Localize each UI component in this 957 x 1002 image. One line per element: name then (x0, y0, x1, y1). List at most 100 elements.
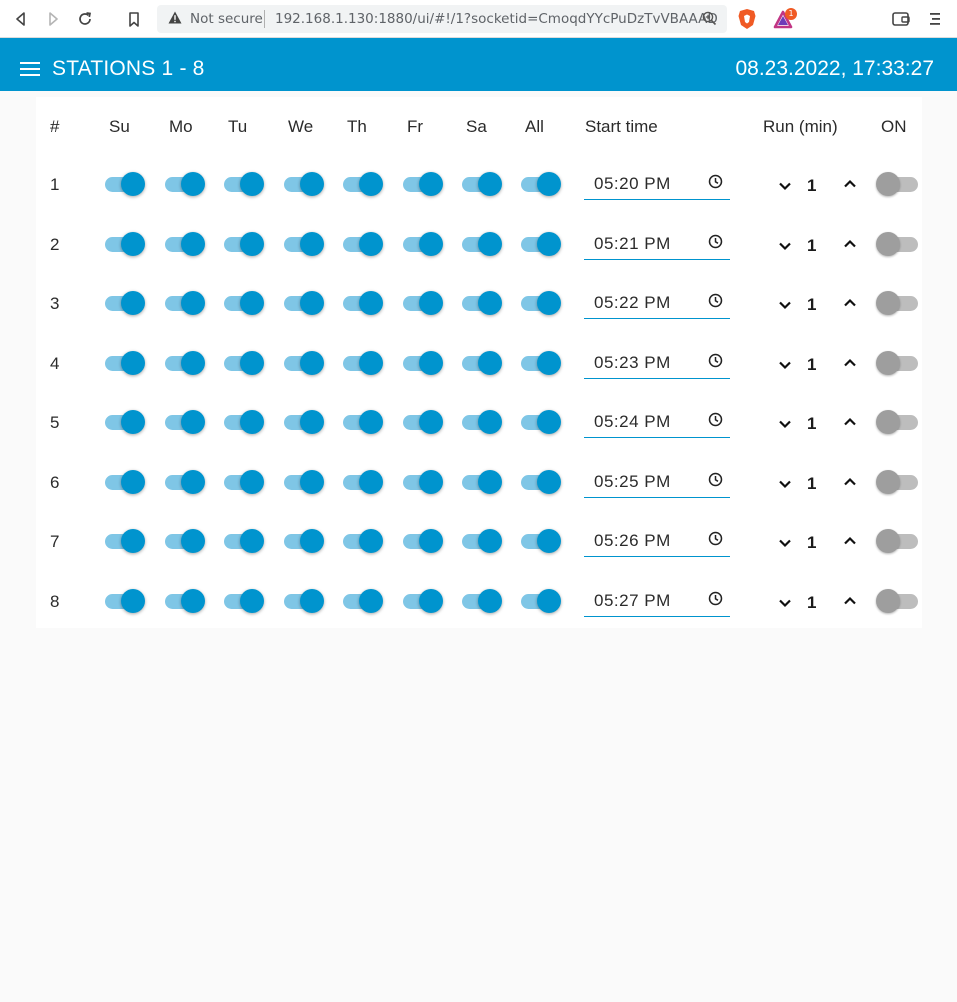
toggle-friday[interactable] (403, 588, 443, 613)
toggle-friday[interactable] (403, 469, 443, 494)
toggle-station-on[interactable] (876, 350, 918, 375)
chevron-down-icon[interactable] (777, 595, 793, 611)
back-icon[interactable] (11, 9, 31, 29)
toggle-saturday[interactable] (462, 231, 502, 256)
hamburger-icon[interactable] (20, 62, 40, 78)
chevron-down-icon[interactable] (777, 357, 793, 373)
toggle-wednesday[interactable] (284, 410, 324, 434)
toggle-station-on[interactable] (876, 529, 918, 553)
toggle-thursday[interactable] (343, 291, 383, 315)
toggle-tuesday[interactable] (224, 588, 264, 613)
toggle-thursday[interactable] (343, 172, 383, 196)
toggle-tuesday[interactable] (224, 172, 264, 196)
url-text[interactable]: 192.168.1.130:1880/ui/#!/1?socketid=Cmoq… (275, 11, 718, 27)
toggle-friday[interactable] (403, 350, 443, 375)
toggle-tuesday[interactable] (224, 350, 264, 375)
toggle-all-days[interactable] (521, 588, 561, 613)
clock-icon[interactable] (708, 472, 723, 491)
toggle-sunday[interactable] (105, 410, 145, 434)
chevron-up-icon[interactable] (842, 355, 858, 371)
chevron-down-icon[interactable] (777, 297, 793, 313)
bookmark-icon[interactable] (124, 9, 144, 29)
toggle-sunday[interactable] (105, 291, 145, 315)
toggle-saturday[interactable] (462, 529, 502, 553)
toggle-monday[interactable] (165, 172, 205, 196)
start-time-input[interactable]: 05:27 PM (584, 587, 730, 617)
chevron-up-icon[interactable] (842, 593, 858, 609)
toggle-thursday[interactable] (343, 410, 383, 434)
chevron-down-icon[interactable] (777, 178, 793, 194)
start-time-input[interactable]: 05:20 PM (584, 170, 730, 200)
toggle-wednesday[interactable] (284, 231, 324, 256)
toggle-wednesday[interactable] (284, 529, 324, 553)
chevron-down-icon[interactable] (777, 238, 793, 254)
toggle-sunday[interactable] (105, 529, 145, 553)
toggle-tuesday[interactable] (224, 410, 264, 434)
clock-icon[interactable] (708, 174, 723, 193)
toggle-saturday[interactable] (462, 350, 502, 375)
toggle-thursday[interactable] (343, 350, 383, 375)
toggle-monday[interactable] (165, 588, 205, 613)
toggle-tuesday[interactable] (224, 529, 264, 553)
clock-icon[interactable] (708, 412, 723, 431)
clock-icon[interactable] (708, 293, 723, 312)
toggle-all-days[interactable] (521, 172, 561, 196)
start-time-input[interactable]: 05:25 PM (584, 468, 730, 498)
toggle-thursday[interactable] (343, 588, 383, 613)
toggle-tuesday[interactable] (224, 231, 264, 256)
toggle-friday[interactable] (403, 172, 443, 196)
toggle-wednesday[interactable] (284, 588, 324, 613)
toggle-monday[interactable] (165, 529, 205, 553)
toggle-friday[interactable] (403, 410, 443, 434)
toggle-monday[interactable] (165, 291, 205, 315)
chevron-up-icon[interactable] (842, 295, 858, 311)
start-time-input[interactable]: 05:23 PM (584, 349, 730, 379)
toggle-monday[interactable] (165, 231, 205, 256)
clock-icon[interactable] (708, 591, 723, 610)
reload-icon[interactable] (75, 9, 95, 29)
toggle-all-days[interactable] (521, 350, 561, 375)
toggle-friday[interactable] (403, 529, 443, 553)
toggle-monday[interactable] (165, 410, 205, 434)
toggle-saturday[interactable] (462, 469, 502, 494)
chevron-down-icon[interactable] (777, 476, 793, 492)
toggle-thursday[interactable] (343, 469, 383, 494)
chevron-down-icon[interactable] (777, 416, 793, 432)
toggle-station-on[interactable] (876, 291, 918, 315)
toggle-sunday[interactable] (105, 350, 145, 375)
chevron-up-icon[interactable] (842, 176, 858, 192)
zoom-icon[interactable] (702, 11, 717, 30)
toggle-station-on[interactable] (876, 231, 918, 256)
start-time-input[interactable]: 05:26 PM (584, 527, 730, 557)
clock-icon[interactable] (708, 353, 723, 372)
start-time-input[interactable]: 05:21 PM (584, 230, 730, 260)
toggle-monday[interactable] (165, 350, 205, 375)
toggle-saturday[interactable] (462, 172, 502, 196)
toggle-station-on[interactable] (876, 172, 918, 196)
toggle-all-days[interactable] (521, 529, 561, 553)
forward-icon[interactable] (43, 9, 63, 29)
toggle-all-days[interactable] (521, 231, 561, 256)
start-time-input[interactable]: 05:22 PM (584, 289, 730, 319)
toggle-sunday[interactable] (105, 172, 145, 196)
toggle-thursday[interactable] (343, 231, 383, 256)
chevron-down-icon[interactable] (777, 535, 793, 551)
toggle-tuesday[interactable] (224, 469, 264, 494)
toggle-all-days[interactable] (521, 410, 561, 434)
toggle-station-on[interactable] (876, 588, 918, 613)
wallet-icon[interactable] (892, 11, 910, 31)
toggle-saturday[interactable] (462, 588, 502, 613)
toggle-wednesday[interactable] (284, 291, 324, 315)
clock-icon[interactable] (708, 531, 723, 550)
toggle-all-days[interactable] (521, 469, 561, 494)
brave-rewards-icon[interactable]: 1 (773, 8, 799, 34)
browser-menu-icon[interactable] (929, 11, 941, 30)
chevron-up-icon[interactable] (842, 474, 858, 490)
chevron-up-icon[interactable] (842, 414, 858, 430)
chevron-up-icon[interactable] (842, 533, 858, 549)
chevron-up-icon[interactable] (842, 236, 858, 252)
toggle-saturday[interactable] (462, 410, 502, 434)
toggle-tuesday[interactable] (224, 291, 264, 315)
toggle-all-days[interactable] (521, 291, 561, 315)
brave-shield-icon[interactable] (737, 8, 757, 34)
